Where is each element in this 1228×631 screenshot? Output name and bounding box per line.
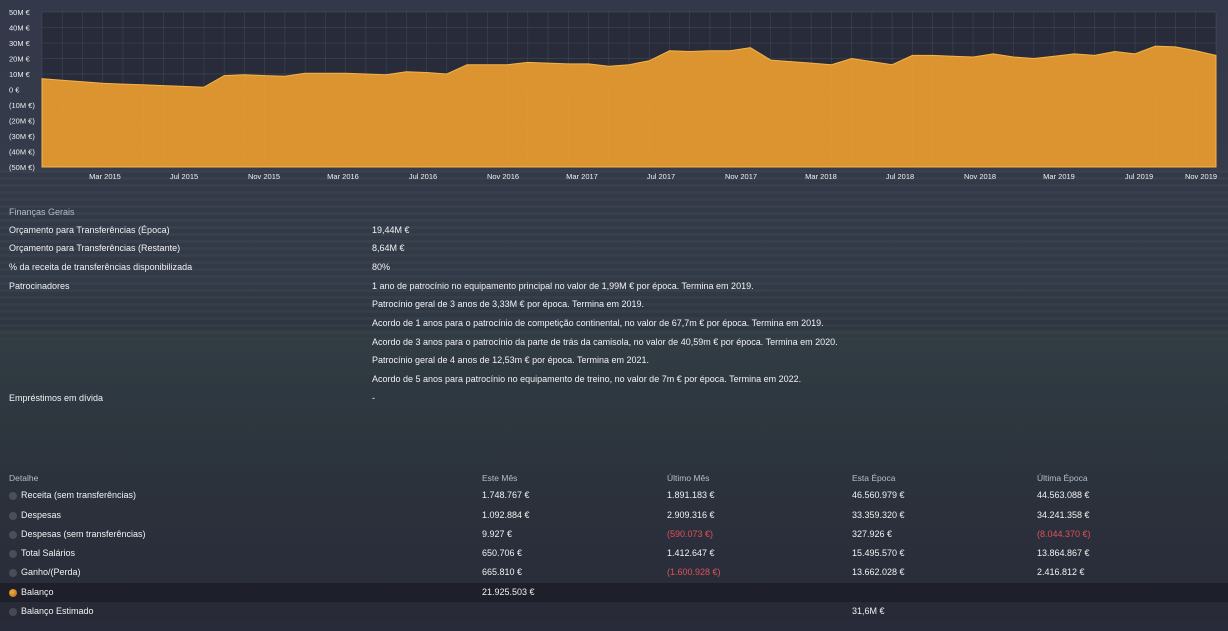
row-icon	[9, 569, 17, 577]
transfer-budget-season-label: Orçamento para Transferências (Época)	[9, 225, 170, 235]
x-tick-label: Nov 2017	[725, 172, 757, 181]
sponsor-item: Patrocínio geral de 4 anos de 12,53m € p…	[372, 355, 650, 365]
last-season-value: 2.416.812 €	[1037, 567, 1085, 577]
header-last-month[interactable]: Último Mês	[667, 473, 710, 483]
last-month-value: (590.073 €)	[667, 529, 714, 539]
last-season-value: 13.864.867 €	[1037, 548, 1090, 558]
coin-icon	[9, 589, 17, 597]
y-tick-label: 40M €	[9, 24, 31, 33]
row-label: Ganho/(Perda)	[21, 567, 81, 577]
x-tick-label: Jul 2018	[886, 172, 914, 181]
row-label: Balanço	[21, 587, 54, 597]
header-this-season[interactable]: Esta Época	[852, 473, 895, 483]
y-tick-label: (50M €)	[9, 163, 35, 172]
row-label: Balanço Estimado	[21, 606, 94, 616]
sponsors-label: Patrocinadores	[9, 281, 70, 291]
this-season-value: 327.926 €	[852, 529, 893, 539]
x-tick-label: Jul 2019	[1125, 172, 1153, 181]
last-season-value: 34.241.358 €	[1037, 510, 1090, 520]
y-tick-label: 20M €	[9, 55, 31, 64]
sponsor-item: 1 ano de patrocínio no equipamento princ…	[372, 281, 754, 291]
y-tick-label: 10M €	[9, 70, 31, 79]
row-icon	[9, 608, 17, 616]
table-row[interactable]: Receita (sem transferências) 1.748.767 €…	[0, 486, 1228, 505]
y-tick-label: (40M €)	[9, 148, 35, 157]
x-tick-label: Mar 2017	[566, 172, 598, 181]
y-tick-label: 30M €	[9, 39, 31, 48]
table-row[interactable]: Despesas 1.092.884 € 2.909.316 € 33.359.…	[0, 506, 1228, 525]
y-tick-label: (30M €)	[9, 132, 35, 141]
x-tick-label: Nov 2018	[964, 172, 996, 181]
table-row[interactable]: Despesas (sem transferências) 9.927 € (5…	[0, 525, 1228, 544]
row-icon	[9, 512, 17, 520]
transfer-revenue-percent-value: 80%	[372, 262, 391, 272]
row-label: Despesas (sem transferências)	[21, 529, 146, 539]
transfer-budget-remaining-value: 8,64M €	[372, 243, 405, 253]
last-month-value: 1.412.647 €	[667, 548, 715, 558]
balance-chart: 50M € 40M € 30M € 20M € 10M € 0 € (10M €) (20M …	[0, 0, 1228, 190]
x-tick-label: Jul 2017	[647, 172, 675, 181]
section-title: Finanças Gerais	[9, 207, 75, 217]
last-season-value: (8.044.370 €)	[1037, 529, 1091, 539]
this-season-value: 15.495.570 €	[852, 548, 905, 558]
sponsor-item: Acordo de 3 anos para o patrocínio da pa…	[372, 337, 838, 347]
this-month-value: 1.748.767 €	[482, 490, 530, 500]
this-season-value: 31,6M €	[852, 606, 885, 616]
y-tick-label: (20M €)	[9, 117, 35, 126]
last-month-value: 2.909.316 €	[667, 510, 715, 520]
header-detail[interactable]: Detalhe	[9, 473, 38, 483]
row-icon	[9, 531, 17, 539]
transfer-revenue-percent-label: % da receita de transferências disponibi…	[9, 262, 193, 272]
row-icon	[9, 550, 17, 558]
loans-value: -	[372, 393, 375, 403]
last-month-value: 1.891.183 €	[667, 490, 715, 500]
this-month-value: 21.925.503 €	[482, 587, 535, 597]
loans-label: Empréstimos em dívida	[9, 393, 104, 403]
row-label: Receita (sem transferências)	[21, 490, 137, 500]
this-month-value: 9.927 €	[482, 529, 513, 539]
this-season-value: 46.560.979 €	[852, 490, 905, 500]
x-tick-label: Nov 2015	[248, 172, 280, 181]
header-this-month[interactable]: Este Mês	[482, 473, 517, 483]
y-tick-label: 50M €	[9, 8, 31, 17]
sponsor-item: Acordo de 5 anos para patrocínio no equi…	[372, 374, 802, 384]
x-tick-label: Mar 2015	[89, 172, 121, 181]
x-tick-label: Jul 2016	[409, 172, 437, 181]
x-tick-label: Nov 2016	[487, 172, 519, 181]
table-row-balance[interactable]: Balanço 21.925.503 €	[0, 583, 1228, 602]
last-season-value: 44.563.088 €	[1037, 490, 1090, 500]
table-row-estimated-balance[interactable]: Balanço Estimado 31,6M €	[0, 602, 1228, 621]
this-month-value: 1.092.884 €	[482, 510, 530, 520]
sponsor-item: Patrocínio geral de 3 anos de 3,33M € po…	[372, 299, 645, 309]
sponsor-item: Acordo de 1 anos para o patrocínio de co…	[372, 318, 824, 328]
stadium-background	[0, 170, 1228, 340]
table-row[interactable]: Total Salários 650.706 € 1.412.647 € 15.…	[0, 544, 1228, 563]
last-month-value: (1.600.928 €)	[667, 567, 721, 577]
x-tick-label: Nov 2019	[1185, 172, 1217, 181]
y-tick-label: (10M €)	[9, 101, 35, 110]
transfer-budget-remaining-label: Orçamento para Transferências (Restante)	[9, 243, 181, 253]
row-label: Despesas	[21, 510, 62, 520]
x-tick-label: Mar 2019	[1043, 172, 1075, 181]
header-last-season[interactable]: Última Época	[1037, 473, 1088, 483]
this-month-value: 665.810 €	[482, 567, 523, 577]
row-icon	[9, 492, 17, 500]
this-season-value: 33.359.320 €	[852, 510, 905, 520]
x-tick-label: Mar 2016	[327, 172, 359, 181]
y-tick-label: 0 €	[9, 86, 20, 95]
row-label: Total Salários	[21, 548, 76, 558]
this-season-value: 13.662.028 €	[852, 567, 905, 577]
transfer-budget-season-value: 19,44M €	[372, 225, 410, 235]
table-row[interactable]: Ganho/(Perda) 665.810 € (1.600.928 €) 13…	[0, 563, 1228, 582]
this-month-value: 650.706 €	[482, 548, 523, 558]
x-tick-label: Mar 2018	[805, 172, 837, 181]
x-tick-label: Jul 2015	[170, 172, 198, 181]
balance-chart-svg: 50M € 40M € 30M € 20M € 10M € 0 € (10M €) (20M …	[9, 8, 1217, 181]
